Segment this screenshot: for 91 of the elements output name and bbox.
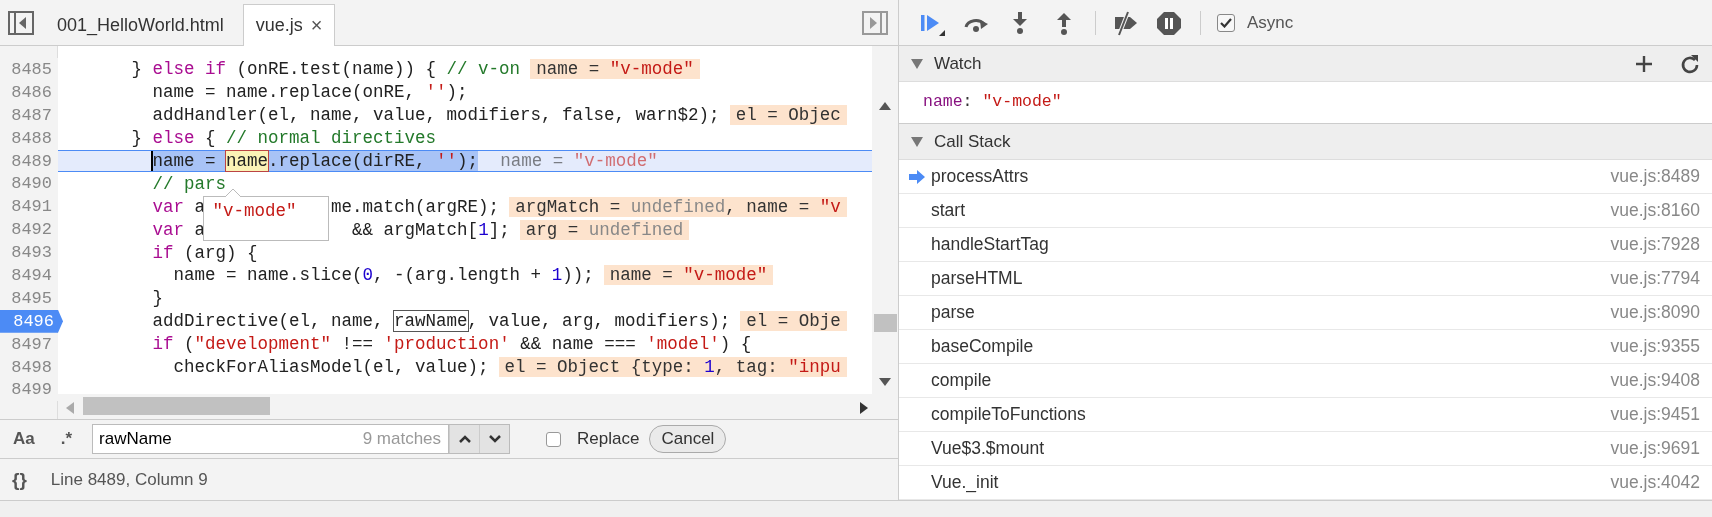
- inline-value: el = Obje: [740, 311, 847, 332]
- function-name: parse: [931, 302, 975, 323]
- close-icon[interactable]: ×: [310, 14, 323, 37]
- call-frame[interactable]: baseCompile vue.js:9355: [899, 330, 1712, 364]
- scroll-right-icon[interactable]: [860, 402, 868, 414]
- async-checkbox[interactable]: [1217, 13, 1235, 32]
- code-line: } else if (onRE.test(name)) { // v-on: [131, 59, 521, 80]
- call-frame[interactable]: processAttrs vue.js:8489: [899, 160, 1712, 194]
- chevron-down-icon: [487, 434, 502, 444]
- code-line: name = name.replace(dirRE, '');: [150, 151, 479, 171]
- source-location[interactable]: vue.js:8160: [1610, 200, 1700, 221]
- call-frame[interactable]: compileToFunctions vue.js:9451: [899, 398, 1712, 432]
- watch-expression: name: "v-mode": [923, 92, 1062, 111]
- chevron-up-icon: [457, 434, 472, 444]
- call-frame[interactable]: compile vue.js:9408: [899, 364, 1712, 398]
- function-name: compile: [931, 370, 992, 391]
- source-location[interactable]: vue.js:7928: [1610, 234, 1700, 255]
- file-tab[interactable]: 001_HelloWorld.html: [44, 4, 237, 45]
- pause-exceptions-icon[interactable]: [1156, 9, 1182, 36]
- cursor-position: Line 8489, Column 9: [50, 469, 208, 490]
- scrollbar-thumb[interactable]: [83, 397, 270, 415]
- call-frame[interactable]: parse vue.js:8090: [899, 296, 1712, 330]
- expand-triangle-icon[interactable]: [911, 58, 923, 69]
- inline-value: name = "v-mode": [603, 265, 774, 286]
- replace-label: Replace: [577, 429, 640, 449]
- code-line: if ("development" !== 'production' && name === 'model') {: [152, 334, 752, 355]
- vertical-scrollbar[interactable]: [872, 46, 898, 394]
- line-number: 8489: [0, 149, 58, 173]
- scroll-up-icon[interactable]: [879, 102, 891, 110]
- expand-triangle-icon[interactable]: [911, 136, 923, 147]
- value-tooltip: "v-mode": [202, 189, 329, 241]
- scrollbar-thumb[interactable]: [874, 314, 897, 332]
- add-icon[interactable]: [1634, 53, 1654, 74]
- next-match-button[interactable]: [479, 425, 510, 453]
- code-line: checkForAliasModel(el, value);: [173, 357, 489, 377]
- replace-checkbox[interactable]: [546, 431, 562, 447]
- watch-header[interactable]: Watch: [899, 46, 1712, 82]
- call-stack-header[interactable]: Call Stack: [899, 124, 1712, 160]
- code-line: name = name.slice(0, -(arg.length + 1));: [173, 265, 594, 286]
- inline-value: arg = undefined: [519, 219, 690, 240]
- source-location[interactable]: vue.js:7794: [1610, 268, 1700, 289]
- function-name: compileToFunctions: [931, 404, 1086, 425]
- section-title: Watch: [934, 53, 982, 74]
- inline-value: name = "v-mode": [499, 151, 659, 171]
- code-line: if (arg) {: [152, 242, 258, 263]
- inline-value: el = Object {type: 1, tag: "inpu: [498, 357, 847, 377]
- pretty-print-button[interactable]: {}: [12, 468, 27, 491]
- code-line: && argMatch[1];: [352, 219, 510, 240]
- call-frame[interactable]: handleStartTag vue.js:7928: [899, 228, 1712, 262]
- code-line: addDirective(el, name, rawName, value, arg, modifiers);: [152, 311, 731, 332]
- match-case-toggle[interactable]: Aa: [13, 429, 35, 449]
- function-name: Vue._init: [931, 472, 999, 493]
- regex-toggle[interactable]: .*: [60, 429, 73, 449]
- function-name: processAttrs: [931, 166, 1029, 187]
- code-line: addHandler(el, name, value, modifiers, false, warn$2);: [152, 105, 720, 126]
- inline-value: name = "v-mode": [530, 59, 700, 80]
- section-title: Call Stack: [934, 131, 1011, 152]
- call-frame[interactable]: Vue$3.$mount vue.js:9691: [899, 432, 1712, 466]
- match-count: 9 matches: [362, 429, 442, 449]
- code-line: me.match(argRE);: [331, 196, 500, 217]
- call-frame[interactable]: Vue._init vue.js:4042: [899, 466, 1712, 500]
- inline-value: argMatch = undefined, name = "v: [509, 196, 847, 217]
- sidebar-toggle-icon[interactable]: [8, 10, 34, 36]
- code-line: }: [152, 288, 164, 309]
- previous-match-button[interactable]: [449, 425, 480, 453]
- function-name: handleStartTag: [931, 234, 1049, 255]
- source-location[interactable]: vue.js:9451: [1610, 404, 1700, 425]
- source-location[interactable]: vue.js:4042: [1610, 472, 1700, 493]
- tooltip-pointer-icon: [224, 189, 241, 197]
- source-location[interactable]: vue.js:9355: [1610, 336, 1700, 357]
- deactivate-breakpoints-icon[interactable]: [1112, 9, 1138, 36]
- async-label: Async: [1247, 12, 1294, 33]
- inline-value: el = Objec: [729, 105, 847, 126]
- file-tab[interactable]: vue.js ×: [242, 4, 336, 46]
- horizontal-scrollbar[interactable]: [58, 394, 898, 419]
- panel-toggle-icon[interactable]: [862, 10, 888, 36]
- function-name: start: [931, 200, 966, 221]
- source-location[interactable]: vue.js:9408: [1610, 370, 1700, 391]
- function-name: Vue$3.$mount: [931, 438, 1045, 459]
- code-line: name = name.replace(onRE, '');: [152, 82, 468, 103]
- function-name: parseHTML: [931, 268, 1023, 289]
- cancel-button[interactable]: Cancel: [649, 425, 727, 453]
- code-line: } else { // normal directives: [131, 128, 437, 149]
- function-name: baseCompile: [931, 336, 1034, 357]
- call-frame[interactable]: parseHTML vue.js:7794: [899, 262, 1712, 296]
- source-location[interactable]: vue.js:8489: [1610, 166, 1700, 187]
- source-location[interactable]: vue.js:9691: [1610, 438, 1700, 459]
- call-frame[interactable]: start vue.js:8160: [899, 194, 1712, 228]
- refresh-icon[interactable]: [1680, 53, 1700, 74]
- scroll-down-icon[interactable]: [879, 378, 891, 386]
- source-location[interactable]: vue.js:8090: [1610, 302, 1700, 323]
